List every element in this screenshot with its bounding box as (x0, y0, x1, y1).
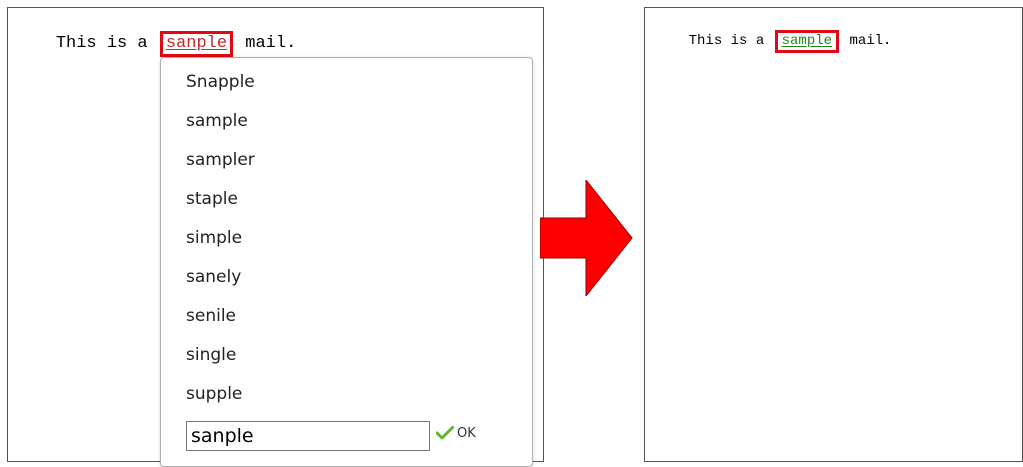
suggestion-item[interactable]: simple (186, 223, 255, 262)
suggestion-item[interactable]: senile (186, 301, 255, 340)
text-after: mail. (235, 34, 297, 53)
suggestion-item[interactable]: sample (186, 106, 255, 145)
correction-input[interactable] (186, 421, 430, 451)
suggestion-item[interactable]: supple (186, 379, 255, 418)
checkmark-icon (436, 426, 454, 440)
ok-button[interactable]: OK (436, 426, 476, 441)
spellcheck-suggestions-popup: Snapple sample sampler staple simple san… (160, 57, 533, 467)
suggestion-list: Snapple sample sampler staple simple san… (186, 67, 255, 418)
right-editor-text-line[interactable]: This is a sample mail. (655, 17, 891, 66)
ok-label: OK (457, 425, 476, 441)
suggestion-item[interactable]: single (186, 340, 255, 379)
corrected-word[interactable]: sample (782, 33, 832, 49)
text-before: This is a (55, 34, 158, 53)
text-before: This is a (688, 33, 773, 49)
misspelled-word[interactable]: sanple (166, 34, 227, 53)
manual-edit-row: OK (186, 421, 476, 451)
right-arrow-icon (540, 180, 633, 296)
suggestion-item[interactable]: sampler (186, 145, 255, 184)
suggestion-item[interactable]: staple (186, 184, 255, 223)
suggestion-item[interactable]: sanely (186, 262, 255, 301)
misspelled-word-highlight[interactable]: sanple (159, 31, 234, 57)
suggestion-item[interactable]: Snapple (186, 67, 255, 106)
text-after: mail. (841, 33, 892, 49)
right-editor-pane: This is a sample mail. (644, 7, 1023, 462)
corrected-word-highlight[interactable]: sample (774, 30, 840, 53)
